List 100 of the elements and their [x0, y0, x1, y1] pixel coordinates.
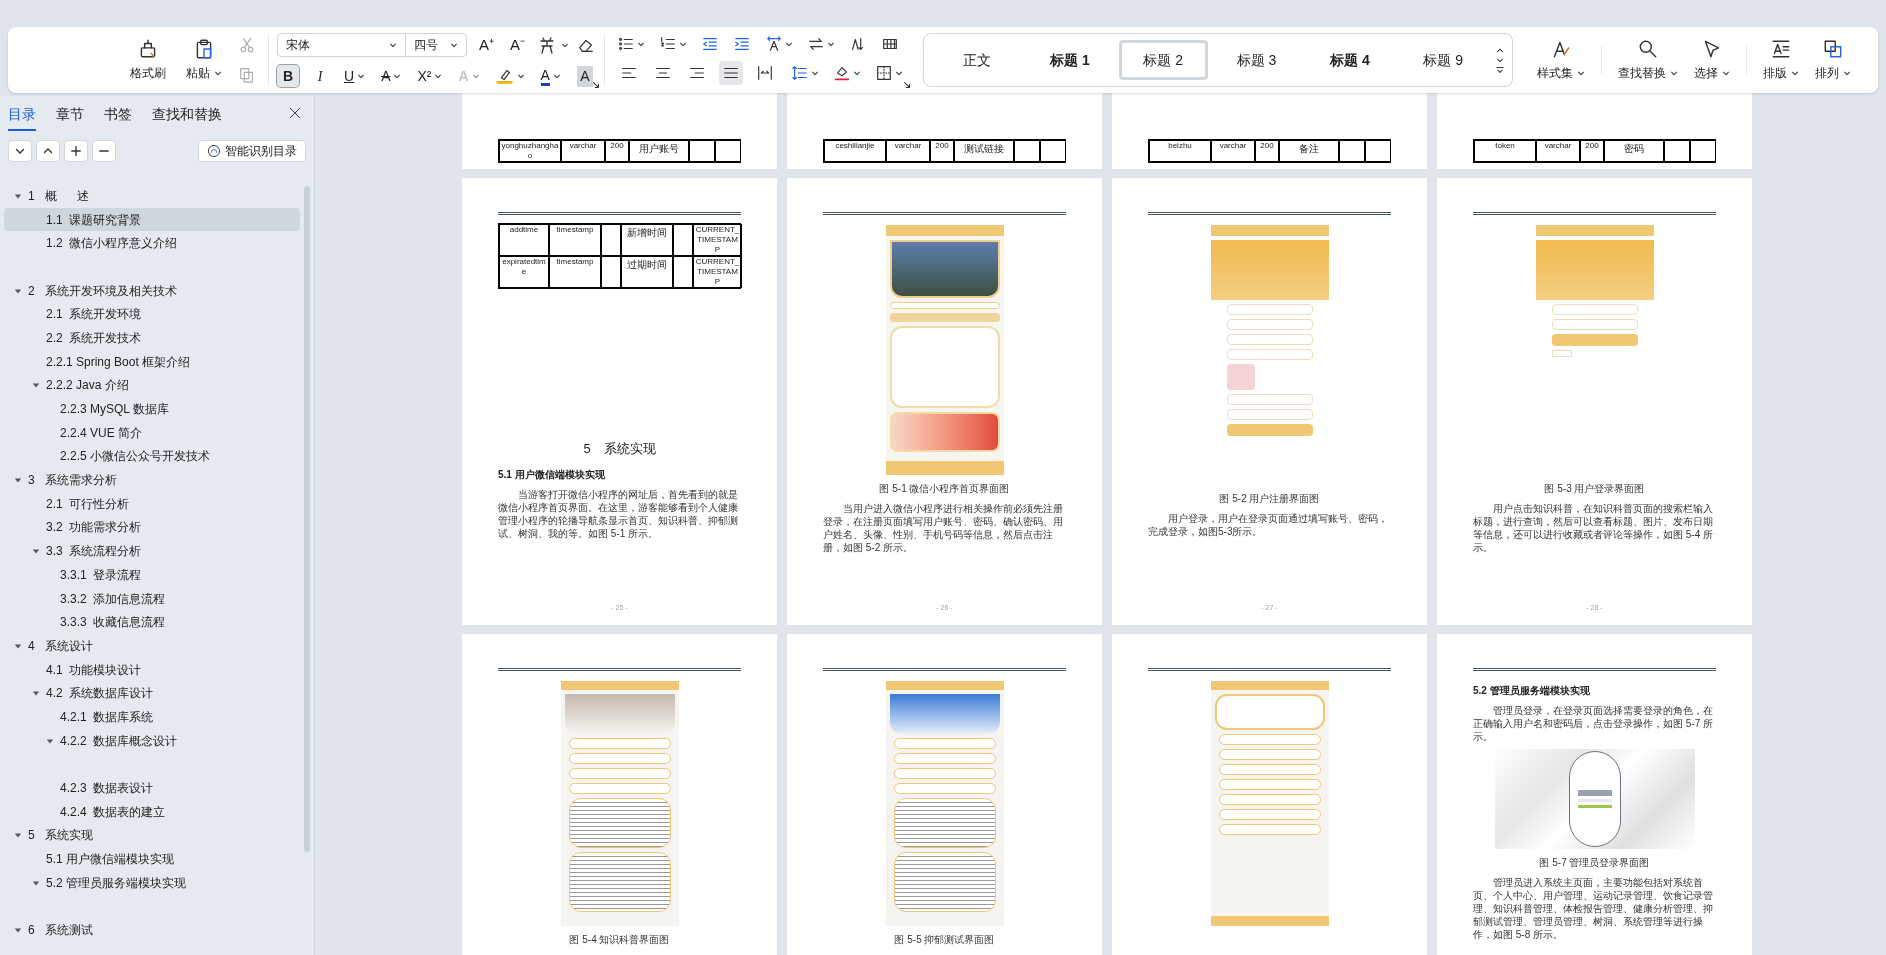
toc-item[interactable]: 5.1 用户微信端模块实现 — [4, 847, 300, 871]
sidebar-tab[interactable]: 书签 — [104, 103, 132, 131]
sidebar-tab[interactable]: 章节 — [56, 103, 84, 131]
dialog-launcher-icon[interactable] — [591, 81, 600, 89]
body-paragraph: 用户点击知识科普，在知识科普页面的搜索栏输入标题，进行查询，然后可以查看标题、图片、发布日期等信息，还可以进行收藏或者评论等操作，如图 5-4 所示。 — [1473, 502, 1714, 554]
toc-item[interactable]: 3.3.3 收藏信息流程 — [4, 610, 300, 635]
table-cell: expiratedtime — [499, 256, 549, 288]
paste-button[interactable]: 粘贴 — [182, 38, 226, 82]
strikethrough-button[interactable]: A — [378, 65, 405, 87]
body-paragraph: 管理员登录，在登录页面选择需要登录的角色，在正确输入用户名和密码后，点击登录操作，如图 5-7 所示。 — [1473, 704, 1714, 743]
toc-item[interactable]: 4.2 系统数据库设计 — [4, 681, 300, 706]
font-name-dropdown[interactable]: 宋体 — [278, 34, 406, 56]
toc-item[interactable]: 4.2.3 数据表设计 — [4, 776, 300, 800]
table-cell: timestamp — [549, 224, 601, 256]
caret-down-icon — [14, 191, 22, 200]
dialog-launcher-icon[interactable] — [902, 81, 911, 89]
font-size-dropdown[interactable]: 四号 — [406, 34, 466, 56]
text-direction-icon[interactable] — [764, 35, 783, 53]
sidebar-tab[interactable]: 目录 — [8, 103, 36, 131]
toc-item[interactable]: 1.1 课题研究背景 — [4, 207, 300, 232]
border-icon[interactable] — [874, 64, 893, 82]
toc-item[interactable]: 3.3 系统流程分析 — [4, 539, 300, 563]
line-spacing-icon[interactable] — [790, 64, 809, 82]
toc-item[interactable]: 4 系统设计 — [0, 634, 300, 658]
shading-icon[interactable] — [832, 64, 851, 82]
style-option[interactable]: 标题 9 — [1398, 40, 1488, 80]
toc-item[interactable]: 2.2.2 Java 介绍 — [4, 373, 300, 398]
toc-item[interactable]: 1 概 述 — [0, 184, 300, 208]
toc-item[interactable]: 5 系统实现 — [0, 823, 300, 848]
toc-item[interactable]: 2.1 可行性分析 — [4, 491, 300, 516]
styles-button[interactable]: 样式集 — [1528, 38, 1593, 82]
section-heading: 5.1 用户微信端模块实现 — [498, 467, 606, 482]
add-heading-button[interactable] — [64, 140, 88, 162]
toc-item[interactable]: 2.2.3 MySQL 数据库 — [4, 397, 300, 421]
toc-item[interactable]: 6 系统测试 — [0, 918, 300, 942]
scroll-down-icon[interactable] — [1495, 56, 1504, 64]
toc-item[interactable]: 4.2.4 数据表的建立 — [4, 799, 300, 824]
find-button[interactable]: 查找替换 — [1609, 38, 1686, 82]
toc-item[interactable]: 3.3.2 添加信息流程 — [4, 586, 300, 611]
toc-item[interactable]: 4.2.1 数据库系统 — [4, 705, 300, 729]
toc-item[interactable]: 4.1 功能模块设计 — [4, 657, 300, 682]
scrollbar[interactable] — [304, 186, 310, 852]
sidebar-tab[interactable]: 查找和替换 — [152, 103, 222, 131]
style-option[interactable]: 标题 2 — [1118, 40, 1208, 80]
figure-caption: 图 5-2 用户注册界面图 — [1218, 492, 1321, 506]
table-cell: 密码 — [1604, 140, 1664, 162]
bold-button[interactable]: B — [277, 65, 299, 87]
table-cell: 200 — [1255, 140, 1279, 162]
caret-down-icon — [14, 476, 22, 485]
toc-item[interactable]: 2.1 系统开发环境 — [4, 302, 300, 327]
toc-item[interactable]: 3 系统需求分析 — [0, 468, 300, 492]
toc-item[interactable]: 3.3.1 登录流程 — [4, 563, 300, 587]
style-option[interactable]: 正文 — [931, 40, 1022, 80]
table-cell: 备注 — [1279, 140, 1339, 162]
body-paragraph: 当游客打开微信小程序的网址后，首先看到的就是微信小程序首页界面。在这里，游客能够看到个人健康管理小程序的轮播导航条显示首页、知识科普、抑郁测试、树洞、我的等。如图 5-1 所示。 — [498, 487, 739, 540]
close-icon[interactable] — [288, 106, 302, 120]
caret-down-icon — [14, 641, 22, 650]
body-paragraph: 当用户进入微信小程序进行相关操作前必须先注册登录，在注册页面填写用户账号、密码、确认密码、用户姓名、头像、性别、手机号码等信息，然后点击注册，如图 5-2 所示。 — [823, 502, 1064, 554]
toc-item[interactable]: 2.2 系统开发技术 — [4, 326, 300, 350]
select-button[interactable]: 选择 — [1685, 38, 1738, 82]
collapse-all-button[interactable] — [36, 140, 60, 162]
caret-icon — [810, 69, 819, 77]
table-cell: 200 — [930, 140, 954, 162]
style-option[interactable]: 标题 3 — [1211, 40, 1302, 80]
toc-item[interactable]: 4.2.2 数据库概念设计 — [4, 728, 300, 753]
swap-icon[interactable] — [806, 35, 825, 53]
remove-heading-button[interactable] — [92, 140, 116, 162]
caret-icon — [1790, 69, 1799, 77]
grow-font-button[interactable]: A⁺ — [475, 33, 498, 57]
expand-gallery-icon[interactable] — [1495, 66, 1504, 74]
style-option[interactable]: 标题 1 — [1025, 40, 1115, 80]
toc-item[interactable]: 2.2.4 VUE 简介 — [4, 420, 300, 445]
table-cell: CURRENT_TIMESTAMP — [693, 256, 742, 288]
layout-button[interactable]: 排版 — [1754, 38, 1807, 82]
align-justify-button[interactable] — [718, 61, 743, 85]
toc-item[interactable]: 3.2 功能需求分析 — [4, 515, 300, 540]
arrange-button[interactable]: 排列 — [1806, 38, 1859, 82]
underline-button[interactable]: U — [341, 65, 369, 87]
toc-item[interactable]: 1.2 微信小程序意义介绍 — [4, 231, 300, 256]
caret-icon — [894, 69, 903, 77]
decrease-indent-icon[interactable] — [700, 35, 719, 53]
toc-item[interactable]: 5.2 管理员服务端模块实现 — [4, 870, 300, 895]
scroll-up-icon[interactable] — [1495, 46, 1504, 54]
italic-button[interactable]: I — [309, 65, 331, 87]
caret-icon — [389, 41, 397, 49]
increase-indent-icon[interactable] — [732, 35, 751, 53]
bullets-icon[interactable] — [616, 35, 635, 53]
smart-toc-button[interactable]: 智能识别目录 — [198, 140, 306, 162]
table-cell: varchar — [886, 140, 930, 162]
toc-item[interactable]: 2 系统开发环境及相关技术 — [0, 278, 300, 303]
style-option[interactable]: 标题 4 — [1305, 40, 1395, 80]
caret-icon — [1721, 69, 1730, 77]
shrink-font-button[interactable]: A⁻ — [506, 33, 530, 57]
expand-all-button[interactable] — [8, 140, 32, 162]
superscript-button[interactable]: X² — [414, 65, 446, 87]
toc-item[interactable]: 2.2.1 Spring Boot 框架介绍 — [4, 349, 300, 374]
table-cell: 用户账号 — [629, 140, 689, 162]
toc-item[interactable]: 2.2.5 小微信公众号开发技术 — [4, 444, 300, 469]
font-color-button[interactable]: A — [537, 65, 564, 87]
format-painter-button[interactable]: 格式刷 — [126, 38, 170, 82]
